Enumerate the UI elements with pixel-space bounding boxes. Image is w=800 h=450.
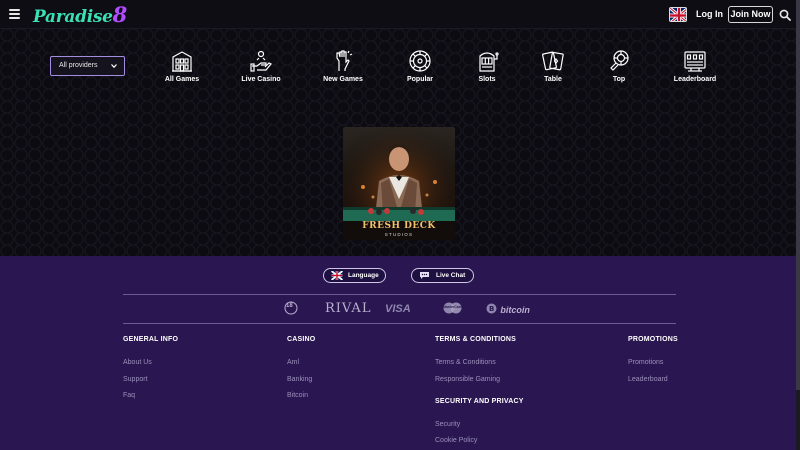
footer-link-faq[interactable]: Faq bbox=[123, 392, 135, 399]
footer-link-responsible-gaming[interactable]: Responsible Gaming bbox=[435, 376, 500, 383]
mastercard-logo: MasterCard bbox=[441, 302, 464, 314]
site-logo[interactable]: Paradise8 bbox=[33, 2, 127, 27]
category-live-casino[interactable]: Live Casino bbox=[226, 49, 296, 83]
category-label: Slots bbox=[478, 76, 496, 83]
leaderboard-icon bbox=[684, 51, 706, 72]
category-new-games[interactable]: New Games bbox=[308, 49, 378, 83]
footer-link-banking[interactable]: Banking bbox=[287, 376, 312, 383]
menu-icon[interactable] bbox=[9, 9, 20, 19]
login-button[interactable]: Log In bbox=[696, 9, 723, 19]
dealer-hand-icon bbox=[250, 50, 272, 72]
hand-sparkle-icon bbox=[336, 50, 353, 71]
footer-heading-casino: CASINO bbox=[287, 336, 316, 343]
mastercard-label: MasterCard bbox=[443, 305, 463, 309]
footer-link-aml[interactable]: Aml bbox=[287, 359, 299, 366]
language-flag-button[interactable] bbox=[669, 7, 687, 22]
top-header: Paradise8 Log In Join Now bbox=[0, 0, 800, 29]
provider-select-value: All providers bbox=[59, 62, 98, 69]
logo-text: Paradise bbox=[33, 7, 113, 27]
footer-link-terms[interactable]: Terms & Conditions bbox=[435, 359, 496, 366]
cards-icon bbox=[542, 51, 564, 71]
rival-logo: RIVAL bbox=[325, 301, 372, 316]
site-footer: Language Live Chat 18 RIVAL VISA MasterC… bbox=[0, 256, 800, 450]
footer-divider bbox=[123, 294, 676, 295]
footer-link-leaderboard[interactable]: Leaderboard bbox=[628, 376, 668, 383]
casino-building-icon bbox=[172, 51, 192, 72]
footer-link-promotions[interactable]: Promotions bbox=[628, 359, 663, 366]
footer-heading-promotions: PROMOTIONS bbox=[628, 336, 678, 343]
game-subtitle: STUDIOS bbox=[384, 232, 414, 237]
svg-text:B: B bbox=[489, 305, 494, 313]
language-button[interactable]: Language bbox=[323, 268, 386, 283]
live-chat-label: Live Chat bbox=[436, 272, 466, 279]
age-18-badge: 18 bbox=[284, 301, 298, 315]
category-label: Table bbox=[544, 76, 562, 83]
bitcoin-icon: B bbox=[486, 303, 497, 314]
category-label: All Games bbox=[164, 76, 200, 83]
category-table[interactable]: Table bbox=[518, 49, 588, 83]
footer-link-support[interactable]: Support bbox=[123, 376, 148, 383]
uk-flag-icon bbox=[670, 8, 686, 21]
provider-select[interactable]: All providers bbox=[50, 56, 125, 76]
slot-machine-icon bbox=[479, 52, 499, 72]
category-label: Top bbox=[612, 76, 626, 83]
chevron-down-icon bbox=[111, 64, 117, 69]
scrollbar-thumb[interactable] bbox=[796, 0, 800, 390]
roulette-icon bbox=[409, 50, 431, 72]
bitcoin-logo: B bitcoin bbox=[486, 302, 530, 316]
footer-link-bitcoin[interactable]: Bitcoin bbox=[287, 392, 308, 399]
category-label: Leaderboard bbox=[673, 76, 717, 83]
footer-link-about-us[interactable]: About Us bbox=[123, 359, 152, 366]
visa-logo: VISA bbox=[385, 303, 411, 315]
game-card-fresh-deck[interactable]: FRESH DECK STUDIOS bbox=[343, 127, 455, 240]
category-label: Live Casino bbox=[241, 76, 281, 83]
footer-heading-security: SECURITY AND PRIVACY bbox=[435, 398, 524, 405]
live-chat-button[interactable]: Live Chat bbox=[411, 268, 474, 283]
uk-flag-icon bbox=[331, 271, 343, 280]
chat-bubble-icon bbox=[420, 272, 429, 279]
page: Paradise8 Log In Join Now All providers bbox=[0, 0, 800, 450]
bitcoin-label: bitcoin bbox=[500, 305, 530, 315]
footer-link-security[interactable]: Security bbox=[435, 421, 460, 428]
search-icon[interactable] bbox=[779, 9, 791, 21]
logo-digit: 8 bbox=[112, 2, 128, 27]
age-label: 18 bbox=[286, 303, 293, 309]
category-top[interactable]: Top bbox=[584, 49, 654, 83]
category-label: Popular bbox=[406, 76, 434, 83]
game-title: FRESH DECK bbox=[362, 221, 436, 231]
join-now-button[interactable]: Join Now bbox=[728, 6, 773, 23]
footer-heading-general-info: GENERAL INFO bbox=[123, 336, 179, 343]
footer-link-cookie-policy[interactable]: Cookie Policy bbox=[435, 437, 477, 444]
footer-divider bbox=[123, 323, 676, 324]
game-catalog: All providers All Games Live Casino New … bbox=[0, 29, 800, 256]
category-leaderboard[interactable]: Leaderboard bbox=[660, 49, 730, 83]
category-all-games[interactable]: All Games bbox=[147, 49, 217, 83]
category-label: New Games bbox=[323, 76, 363, 83]
chip-icon bbox=[610, 50, 629, 71]
footer-heading-terms: TERMS & CONDITIONS bbox=[435, 336, 516, 343]
category-slots[interactable]: Slots bbox=[452, 49, 522, 83]
language-label: Language bbox=[348, 272, 379, 279]
category-popular[interactable]: Popular bbox=[385, 49, 455, 83]
